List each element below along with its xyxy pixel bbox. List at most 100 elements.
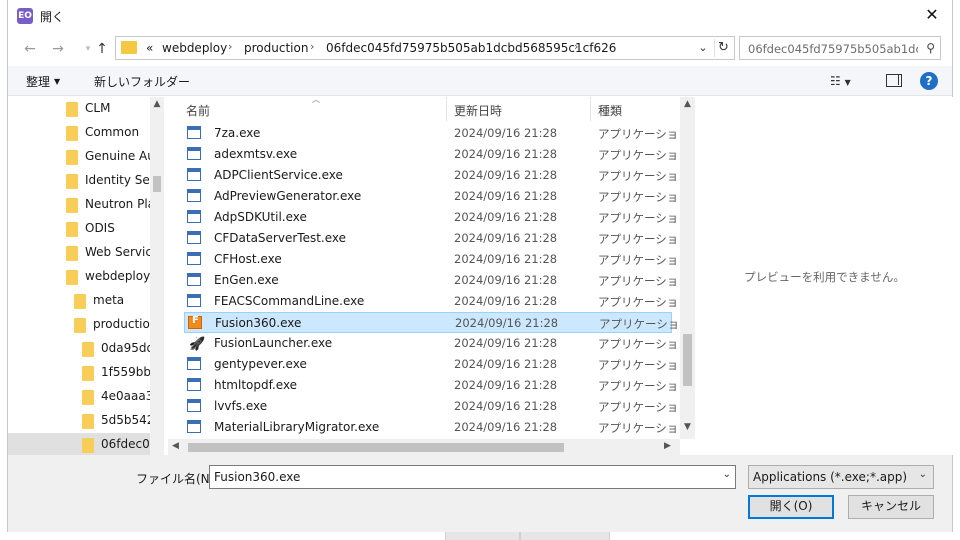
back-arrow-icon[interactable]: ← bbox=[20, 40, 40, 58]
file-list-vertical-scrollbar[interactable]: ▲ ▼ bbox=[680, 97, 695, 439]
column-divider[interactable] bbox=[446, 97, 447, 121]
file-name: EnGen.exe bbox=[214, 273, 279, 287]
tree-item[interactable]: 1f559bb8 bbox=[8, 361, 159, 384]
tree-item[interactable]: production bbox=[8, 313, 157, 336]
organize-label: 整理 bbox=[26, 75, 51, 89]
preview-pane-icon[interactable] bbox=[886, 74, 902, 87]
nav-pane-scrollbar[interactable]: ▲ bbox=[150, 97, 164, 455]
tree-item-label: Genuine Au bbox=[85, 149, 155, 163]
fusion360-app-icon bbox=[188, 315, 202, 329]
file-modified: 2024/09/16 21:28 bbox=[454, 189, 558, 203]
tree-item[interactable]: Identity Serv bbox=[8, 169, 162, 192]
tree-item[interactable]: ODIS bbox=[8, 217, 150, 240]
file-row[interactable]: EnGen.exe 2024/09/16 21:28 アプリケーション bbox=[184, 270, 690, 291]
tree-item[interactable]: Web Service bbox=[8, 241, 159, 264]
chevron-down-icon: ⌄ bbox=[918, 469, 927, 480]
scroll-right-icon[interactable]: ▶ bbox=[664, 441, 671, 451]
scroll-thumb[interactable] bbox=[188, 443, 564, 452]
tree-item[interactable]: 06fdec04 bbox=[8, 433, 157, 455]
organize-button[interactable]: 整理 ▼ bbox=[26, 73, 60, 90]
chevron-down-icon[interactable]: ⌄ bbox=[723, 469, 731, 480]
chevron-down-icon[interactable]: ⌄ bbox=[694, 39, 712, 57]
file-list-horizontal-scrollbar[interactable]: ◀ ▶ bbox=[168, 439, 680, 455]
file-row[interactable]: CFDataServerTest.exe 2024/09/16 21:28 アプリケ… bbox=[184, 228, 690, 249]
executable-icon bbox=[187, 252, 201, 265]
file-row[interactable]: AdpSDKUtil.exe 2024/09/16 21:28 アプリケーション bbox=[184, 207, 690, 228]
new-folder-button[interactable]: 新しいフォルダー bbox=[94, 73, 190, 90]
open-button[interactable]: 開く(O) bbox=[748, 495, 834, 519]
executable-icon bbox=[187, 147, 201, 160]
folder-icon bbox=[66, 246, 78, 261]
tree-item[interactable]: CLM bbox=[8, 97, 150, 120]
file-row[interactable]: ADPClientService.exe 2024/09/16 21:28 アプリケ… bbox=[184, 165, 690, 186]
file-row[interactable]: AdPreviewGenerator.exe 2024/09/16 21:28 アプ… bbox=[184, 186, 690, 207]
tree-item-label: 0da95dd bbox=[101, 341, 155, 355]
file-type: アプリケーション bbox=[598, 148, 690, 162]
file-modified: 2024/09/16 21:28 bbox=[454, 168, 558, 182]
scroll-up-icon[interactable]: ▲ bbox=[680, 99, 695, 109]
breadcrumb-webdeploy[interactable]: webdeploy bbox=[162, 41, 227, 55]
executable-icon bbox=[187, 189, 201, 202]
file-row[interactable]: 7za.exe 2024/09/16 21:28 アプリケーション bbox=[184, 123, 690, 144]
filetype-select[interactable]: Applications (*.exe;*.app) ⌄ bbox=[748, 465, 934, 489]
scroll-left-icon[interactable]: ◀ bbox=[172, 441, 179, 451]
close-icon[interactable]: ✕ bbox=[920, 4, 944, 26]
help-icon[interactable]: ? bbox=[920, 72, 938, 90]
file-name: htmltopdf.exe bbox=[214, 378, 298, 392]
filename-input[interactable]: Fusion360.exe ⌄ bbox=[209, 465, 736, 489]
file-row[interactable]: Fusion360.exe 2024/09/16 21:28 アプリケーション bbox=[184, 312, 690, 333]
chevron-right-icon[interactable]: › bbox=[310, 40, 314, 53]
tree-item-label: CLM bbox=[85, 101, 111, 115]
view-options-icon[interactable]: ☷ ▼ bbox=[830, 74, 851, 88]
address-overflow[interactable]: « bbox=[146, 41, 153, 55]
column-divider[interactable] bbox=[590, 97, 591, 121]
file-row[interactable]: MaterialLibraryMigrator.exe 2024/09/16 21… bbox=[184, 417, 690, 438]
tree-item[interactable]: webdeploy bbox=[8, 265, 150, 288]
file-row[interactable]: gentypever.exe 2024/09/16 21:28 アプリケーション bbox=[184, 354, 690, 375]
tree-item[interactable]: 4e0aaa34 bbox=[8, 385, 161, 408]
refresh-icon[interactable]: ↻ bbox=[714, 39, 732, 57]
forward-arrow-icon[interactable]: → bbox=[48, 40, 68, 58]
folder-icon bbox=[66, 126, 78, 141]
scroll-thumb[interactable] bbox=[153, 176, 161, 192]
tree-item[interactable]: Common bbox=[8, 121, 150, 144]
file-type: アプリケーション bbox=[599, 317, 690, 331]
column-type[interactable]: 種類 bbox=[598, 102, 622, 119]
file-row[interactable]: htmltopdf.exe 2024/09/16 21:28 アプリケーション bbox=[184, 375, 690, 396]
breadcrumb-production[interactable]: production bbox=[244, 41, 308, 55]
folder-icon bbox=[82, 342, 94, 357]
window-title: 開く bbox=[40, 10, 65, 24]
file-row[interactable]: 🚀 FusionLauncher.exe 2024/09/16 21:28 アプリケー… bbox=[184, 333, 690, 354]
file-row[interactable]: adexmtsv.exe 2024/09/16 21:28 アプリケーション bbox=[184, 144, 690, 165]
tree-item-label: meta bbox=[93, 293, 125, 307]
scroll-thumb[interactable] bbox=[683, 334, 692, 386]
caret-down-icon: ▼ bbox=[54, 77, 61, 86]
scroll-down-icon[interactable]: ▼ bbox=[680, 422, 695, 432]
executable-icon bbox=[187, 126, 201, 139]
file-row[interactable]: FEACSCommandLine.exe 2024/09/16 21:28 アプリケ… bbox=[184, 291, 690, 312]
file-row[interactable]: CFHost.exe 2024/09/16 21:28 アプリケーション bbox=[184, 249, 690, 270]
tree-item[interactable]: 5d5b542f bbox=[8, 409, 159, 432]
file-name: MaterialLibraryMigrator.exe bbox=[214, 420, 380, 434]
breadcrumb-current-folder[interactable]: 06fdec045fd75975b505ab1dcbd568595c1cf626 bbox=[326, 41, 616, 55]
file-modified: 2024/09/16 21:28 bbox=[454, 294, 558, 308]
file-name: adexmtsv.exe bbox=[214, 147, 298, 161]
column-modified[interactable]: 更新日時 bbox=[454, 102, 502, 119]
tree-item-label: Web Service bbox=[85, 245, 160, 259]
search-input[interactable]: 06fdec045fd75975b505ab1dcb... ⚲ bbox=[739, 36, 941, 60]
file-name: FEACSCommandLine.exe bbox=[214, 294, 365, 308]
file-row[interactable]: lvvfs.exe 2024/09/16 21:28 アプリケーション bbox=[184, 396, 690, 417]
chevron-right-icon[interactable]: › bbox=[574, 40, 578, 53]
chevron-right-icon[interactable]: › bbox=[228, 40, 232, 53]
scroll-up-icon[interactable]: ▲ bbox=[150, 99, 164, 109]
tree-item[interactable]: Genuine Au bbox=[8, 145, 155, 168]
tree-item[interactable]: Neutron Pla bbox=[8, 193, 155, 216]
file-modified: 2024/09/16 21:28 bbox=[454, 273, 558, 287]
address-bar[interactable]: « webdeploy › production › 06fdec045fd75… bbox=[115, 36, 735, 60]
tree-item[interactable]: 0da95dd bbox=[8, 337, 154, 360]
up-arrow-icon[interactable]: ↑ bbox=[92, 40, 112, 58]
tree-item[interactable]: meta bbox=[8, 289, 150, 312]
cancel-button[interactable]: キャンセル bbox=[848, 495, 934, 519]
column-name[interactable]: 名前 bbox=[186, 102, 210, 119]
executable-icon bbox=[187, 420, 201, 433]
